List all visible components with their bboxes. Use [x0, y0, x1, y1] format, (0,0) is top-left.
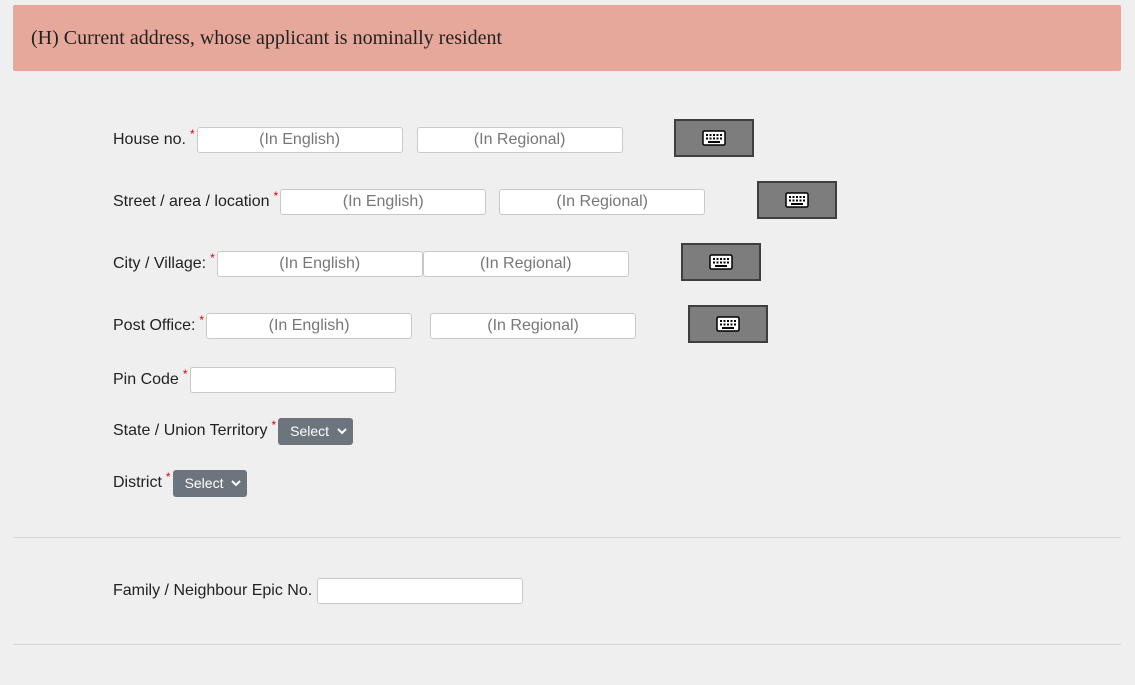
- city-regional-input[interactable]: [422, 251, 629, 277]
- chevron-down-icon: [231, 480, 242, 487]
- city-label: City / Village:: [113, 255, 207, 272]
- street-english-input[interactable]: [280, 189, 487, 215]
- street-row: Street / area / location *: [113, 189, 706, 215]
- house-no-row: House no. *: [113, 127, 623, 153]
- section-title: (H) Current address, whose applicant is …: [31, 26, 502, 49]
- house-no-keyboard-button[interactable]: [674, 119, 754, 157]
- post-office-label: Post Office:: [113, 317, 196, 334]
- pin-code-input[interactable]: [189, 367, 396, 393]
- chevron-down-icon: [337, 428, 347, 435]
- keyboard-icon: [716, 316, 740, 332]
- state-select-value: Select: [290, 423, 330, 439]
- keyboard-icon: [709, 254, 733, 270]
- district-select[interactable]: Select: [172, 469, 248, 497]
- required-mark: *: [273, 189, 279, 203]
- required-mark: *: [165, 470, 171, 484]
- post-office-keyboard-button[interactable]: [688, 305, 768, 343]
- epic-row: Family / Neighbour Epic No.: [113, 578, 524, 604]
- district-label: District: [113, 474, 162, 491]
- required-mark: *: [271, 418, 277, 432]
- post-office-english-input[interactable]: [206, 313, 413, 339]
- pin-code-row: Pin Code *: [113, 367, 396, 393]
- post-office-regional-input[interactable]: [430, 313, 637, 339]
- house-no-label: House no.: [113, 131, 186, 148]
- epic-label: Family / Neighbour Epic No.: [113, 582, 313, 599]
- state-label: State / Union Territory: [113, 422, 268, 439]
- city-row: City / Village: *: [113, 251, 629, 277]
- required-mark: *: [182, 367, 188, 381]
- state-select[interactable]: Select: [278, 417, 354, 445]
- street-keyboard-button[interactable]: [757, 181, 837, 219]
- city-english-input[interactable]: [216, 251, 423, 277]
- keyboard-icon: [785, 192, 809, 208]
- street-regional-input[interactable]: [499, 189, 706, 215]
- epic-input[interactable]: [317, 578, 524, 604]
- state-row: State / Union Territory * Select: [113, 417, 354, 445]
- section-divider: [13, 644, 1121, 645]
- house-no-english-input[interactable]: [196, 127, 403, 153]
- required-mark: *: [210, 251, 215, 265]
- city-keyboard-button[interactable]: [681, 243, 761, 281]
- house-no-regional-input[interactable]: [416, 127, 623, 153]
- required-mark: *: [199, 313, 205, 327]
- pin-code-label: Pin Code: [113, 371, 179, 388]
- keyboard-icon: [702, 130, 726, 146]
- post-office-row: Post Office: *: [113, 313, 637, 339]
- required-mark: *: [189, 127, 195, 141]
- section-divider: [13, 537, 1121, 538]
- district-select-value: Select: [184, 475, 224, 491]
- street-label: Street / area / location: [113, 193, 270, 210]
- section-header: (H) Current address, whose applicant is …: [13, 5, 1121, 71]
- district-row: District * Select: [113, 469, 248, 497]
